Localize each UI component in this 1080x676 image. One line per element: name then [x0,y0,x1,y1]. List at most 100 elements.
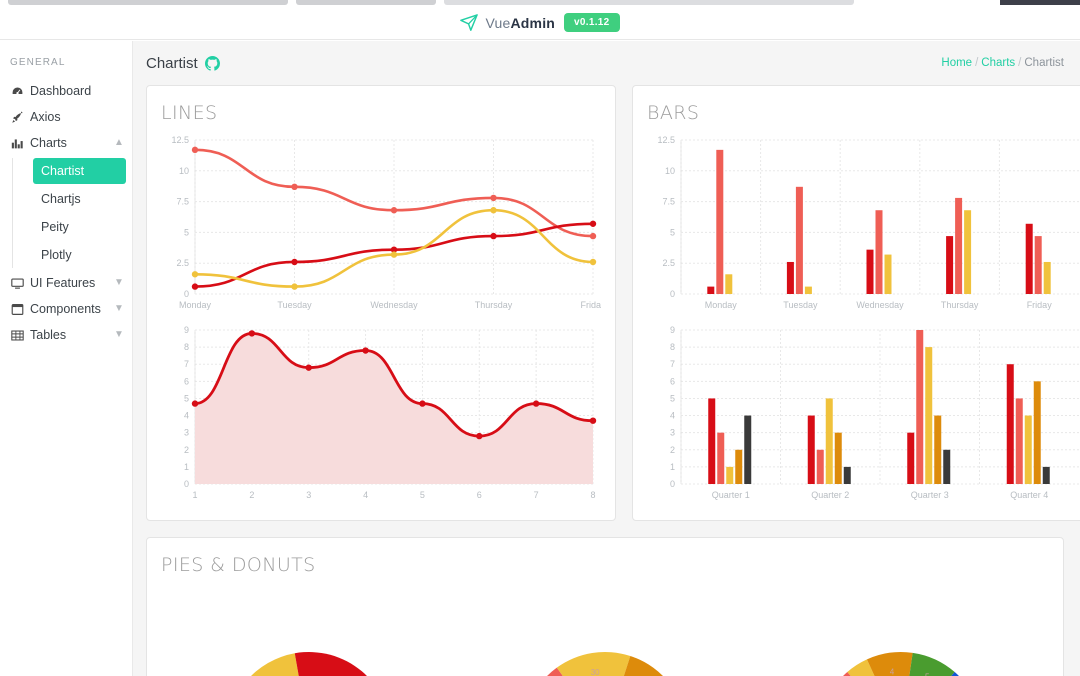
svg-text:4: 4 [363,490,368,500]
svg-text:8: 8 [670,342,675,352]
svg-text:2.5: 2.5 [662,258,675,268]
svg-text:6: 6 [670,376,675,386]
bars-card-title: BARS [647,102,700,124]
chevron-down-icon: ▼ [114,329,124,340]
svg-text:7.5: 7.5 [176,197,189,207]
donut-chart-multicolor: 123456 [843,652,959,676]
lines-card: LINES 0 2.5 5 7.5 10 12.5 Monday Tuesday Wednesd… [146,85,616,521]
main-content: Chartist Home / Charts / Chartist LINES 0 2.5… [133,41,1080,676]
svg-text:2.5: 2.5 [176,258,189,268]
svg-text:2: 2 [249,490,254,500]
svg-text:7.5: 7.5 [662,197,675,207]
chevron-down-icon: ▼ [114,303,124,314]
sidebar-item-tables[interactable]: Tables ▼ [0,322,132,348]
svg-text:1: 1 [670,462,675,472]
pies-card: PIES & DONUTS 45 20103040 123456 [146,537,1064,676]
svg-text:4: 4 [184,411,189,421]
svg-text:2: 2 [670,445,675,455]
breadcrumb: Home / Charts / Chartist [941,57,1064,69]
browser-window-controls-strip [1000,0,1080,5]
sidebar-item-label: Tables [30,328,67,342]
chevron-up-icon: ▲ [114,137,124,148]
svg-text:Tuesday: Tuesday [783,300,818,310]
svg-text:8: 8 [184,342,189,352]
pies-card-title: PIES & DONUTS [161,554,316,576]
svg-text:7: 7 [670,359,675,369]
svg-text:10: 10 [665,166,675,176]
pies-container: 45 20103040 123456 [161,582,1049,676]
paper-plane-icon [460,13,479,32]
svg-text:3: 3 [184,428,189,438]
svg-text:9: 9 [184,325,189,335]
svg-text:8: 8 [590,490,595,500]
chevron-down-icon: ▼ [114,277,124,288]
sidebar-item-charts[interactable]: Charts ▲ [0,130,132,156]
sidebar-item-label: Dashboard [30,84,92,98]
charts-row-top: LINES 0 2.5 5 7.5 10 12.5 Monday Tuesday Wednesd… [133,85,1080,537]
github-icon[interactable] [204,55,220,71]
svg-text:Wednesday: Wednesday [856,300,904,310]
charts-row-bottom: PIES & DONUTS 45 20103040 123456 [133,537,1080,676]
svg-text:0: 0 [184,289,189,299]
page-title: Chartist [146,54,198,72]
desktop-icon [10,277,24,290]
svg-text:5: 5 [670,227,675,237]
browser-tab-strip-mid [296,0,436,5]
svg-text:Tuesday: Tuesday [277,300,312,310]
sidebar-item-components[interactable]: Components ▼ [0,296,132,322]
breadcrumb-current: Chartist [1024,57,1064,69]
brand-name: VueAdmin [485,15,555,31]
svg-text:Monday: Monday [179,300,212,310]
svg-text:4: 4 [890,668,895,676]
pie-chart-simple: 45 [251,652,367,676]
bars-card: BARS 0 2.5 5 7.5 10 12.5 Monday Tuesday Wednesda… [632,85,1080,521]
sidebar-item-plotly[interactable]: Plotly [33,242,126,268]
svg-text:Quarter 2: Quarter 2 [811,490,849,500]
svg-text:30: 30 [591,668,600,676]
breadcrumb-home[interactable]: Home [941,57,972,69]
svg-text:0: 0 [670,289,675,299]
svg-text:7: 7 [534,490,539,500]
svg-text:Friday: Friday [580,300,601,310]
bars-weekday-chart: 0 2.5 5 7.5 10 12.5 Monday Tuesday Wednesday Thur… [657,135,1079,310]
sidebar-item-axios[interactable]: Axios [0,104,132,130]
area-chart: 01234567891 2 3 4 5 6 7 8 [184,325,597,500]
svg-text:3: 3 [670,428,675,438]
bar-chart-icon [10,137,24,150]
svg-text:0: 0 [184,479,189,489]
donut-chart-labeled: 20103040 [547,652,663,676]
svg-text:5: 5 [670,393,675,403]
version-badge: v0.1.12 [564,13,620,32]
page-header: Chartist Home / Charts / Chartist [133,41,1080,85]
table-icon [10,329,24,342]
sidebar-item-label: Axios [30,110,61,124]
browser-address-bar-strip [444,0,854,5]
sidebar-item-chartjs[interactable]: Chartjs [33,186,126,212]
svg-text:Quarter 3: Quarter 3 [911,490,949,500]
svg-text:Quarter 4: Quarter 4 [1010,490,1048,500]
sidebar-item-dashboard[interactable]: Dashboard [0,78,132,104]
svg-text:12.5: 12.5 [657,135,675,145]
svg-text:12.5: 12.5 [171,135,189,145]
svg-text:10: 10 [179,166,189,176]
svg-text:0: 0 [670,479,675,489]
sidebar-item-peity[interactable]: Peity [33,214,126,240]
svg-text:5: 5 [184,393,189,403]
brand-logo-group[interactable]: VueAdmin v0.1.12 [460,13,620,32]
breadcrumb-charts[interactable]: Charts [981,57,1015,69]
svg-text:Thursday: Thursday [941,300,979,310]
bars-quarter-chart: 0 1 2 3 4 5 6 7 8 9 Quarter 1 Quarter 2 Quarter 3 Qua… [670,325,1079,500]
sidebar-item-chartist[interactable]: Chartist [33,158,126,184]
app-header: VueAdmin v0.1.12 [0,6,1080,40]
sidebar-submenu-charts: Chartist Chartjs Peity Plotly [12,158,132,268]
svg-text:2: 2 [184,445,189,455]
svg-text:9: 9 [670,325,675,335]
svg-text:1: 1 [184,462,189,472]
svg-text:1: 1 [192,490,197,500]
svg-text:Quarter 1: Quarter 1 [712,490,750,500]
svg-text:Friday: Friday [1027,300,1053,310]
svg-text:Wednesday: Wednesday [370,300,418,310]
window-icon [10,303,24,316]
sidebar-item-ui-features[interactable]: UI Features ▼ [0,270,132,296]
brand-prefix: Vue [485,14,511,31]
